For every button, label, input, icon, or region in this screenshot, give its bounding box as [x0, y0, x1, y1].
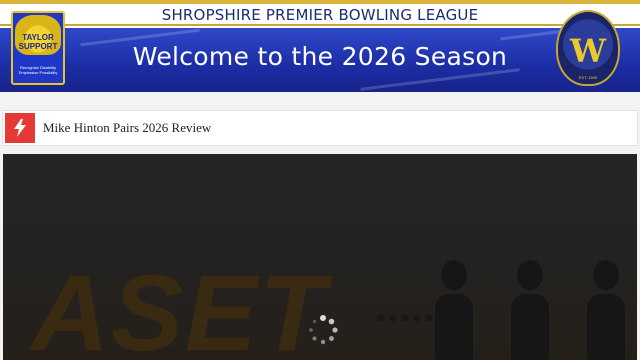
media-figure: [435, 260, 475, 360]
media-figure: [511, 260, 551, 360]
crest-established: EST. 1995: [578, 75, 598, 80]
featured-media[interactable]: ASET: [3, 154, 637, 360]
league-title-strip: SHROPSHIRE PREMIER BOWLING LEAGUE: [0, 4, 640, 26]
banner-main: Welcome to the 2026 Season: [0, 28, 640, 92]
lightning-bolt-icon: [5, 113, 35, 143]
loading-spinner-icon: [309, 315, 338, 345]
media-figure: [587, 260, 627, 360]
sponsor-logo[interactable]: TAYLOR SUPPORT Recognise Disability Emph…: [11, 11, 65, 85]
media-background-text: ASET: [31, 252, 328, 360]
league-crest: W EST. 1995: [556, 10, 620, 86]
league-title: SHROPSHIRE PREMIER BOWLING LEAGUE: [161, 6, 479, 24]
news-ticker: Mike Hinton Pairs 2026 Review: [2, 110, 638, 146]
sponsor-logo-tagline: Recognise Disability Emphasise Possibili…: [18, 65, 58, 75]
welcome-message: Welcome to the 2026 Season: [132, 42, 508, 71]
header-banner[interactable]: SHROPSHIRE PREMIER BOWLING LEAGUE Welcom…: [0, 0, 640, 92]
ticker-headline-link[interactable]: Mike Hinton Pairs 2026 Review: [43, 120, 211, 136]
crest-letter: W: [570, 32, 606, 70]
lightning-bolt-icon-svg: [14, 119, 26, 137]
sponsor-logo-name: TAYLOR SUPPORT: [18, 33, 58, 51]
banner-streak: [360, 68, 520, 91]
